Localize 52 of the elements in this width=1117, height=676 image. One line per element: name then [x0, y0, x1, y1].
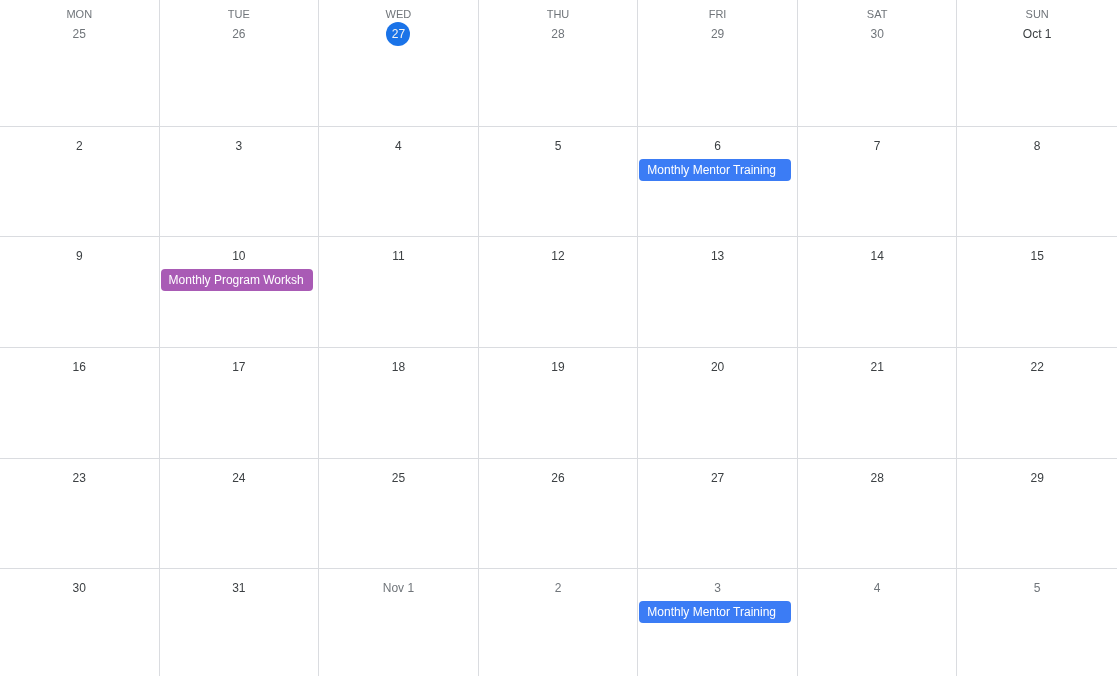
weekday-label: TUE: [227, 7, 250, 21]
day-number[interactable]: 27: [386, 22, 411, 46]
day-number[interactable]: 11: [388, 244, 409, 268]
day-number[interactable]: 4: [869, 576, 885, 600]
day-number[interactable]: 2: [550, 576, 566, 600]
day-number[interactable]: 29: [1026, 466, 1048, 490]
event-chip[interactable]: Monthly Mentor Training: [639, 159, 792, 181]
day-number[interactable]: 13: [706, 244, 729, 268]
day-number[interactable]: 10: [228, 244, 250, 268]
day-number[interactable]: 17: [228, 355, 250, 379]
day-number[interactable]: 5: [550, 134, 566, 158]
day-number[interactable]: 3: [231, 134, 247, 158]
day-number[interactable]: 14: [866, 244, 888, 268]
day-number[interactable]: 30: [866, 22, 888, 46]
day-number[interactable]: 18: [387, 355, 410, 379]
day-number[interactable]: 24: [228, 466, 250, 490]
day-number[interactable]: 29: [706, 22, 729, 46]
event-chip[interactable]: Monthly Program Worksh: [160, 269, 313, 291]
event-chip[interactable]: Monthly Mentor Training: [639, 601, 792, 623]
day-number[interactable]: 4: [391, 134, 406, 158]
day-number[interactable]: 3: [710, 576, 725, 600]
day-number[interactable]: 25: [68, 22, 90, 46]
day-number[interactable]: 27: [706, 466, 729, 490]
weekday-label: FRI: [708, 7, 727, 21]
day-number[interactable]: 26: [547, 466, 569, 490]
weekday-label: THU: [546, 7, 570, 21]
day-number[interactable]: 9: [71, 244, 87, 268]
day-number[interactable]: 21: [866, 355, 888, 379]
day-number[interactable]: 19: [547, 355, 569, 379]
weekday-label: MON: [66, 7, 93, 21]
day-number[interactable]: 30: [68, 576, 90, 600]
day-number[interactable]: 16: [68, 355, 90, 379]
day-number[interactable]: 2: [71, 134, 87, 158]
day-number[interactable]: 12: [547, 244, 569, 268]
day-number[interactable]: Nov 1: [378, 576, 419, 600]
day-number[interactable]: 28: [547, 22, 569, 46]
day-number[interactable]: 23: [68, 466, 90, 490]
day-number[interactable]: 5: [1029, 576, 1045, 600]
day-number[interactable]: Oct 1: [1018, 22, 1056, 46]
day-number[interactable]: 28: [866, 466, 888, 490]
day-number[interactable]: 22: [1026, 355, 1048, 379]
day-number[interactable]: 7: [869, 134, 885, 158]
day-number[interactable]: 26: [228, 22, 250, 46]
weekday-label: SUN: [1025, 7, 1049, 21]
weekday-label: WED: [385, 7, 412, 21]
day-number[interactable]: 6: [710, 134, 725, 158]
day-number[interactable]: 25: [387, 466, 410, 490]
day-number[interactable]: 20: [706, 355, 729, 379]
day-number[interactable]: 15: [1026, 244, 1048, 268]
weekday-label: SAT: [866, 7, 888, 21]
day-number[interactable]: 31: [228, 576, 250, 600]
day-number[interactable]: 8: [1029, 134, 1045, 158]
